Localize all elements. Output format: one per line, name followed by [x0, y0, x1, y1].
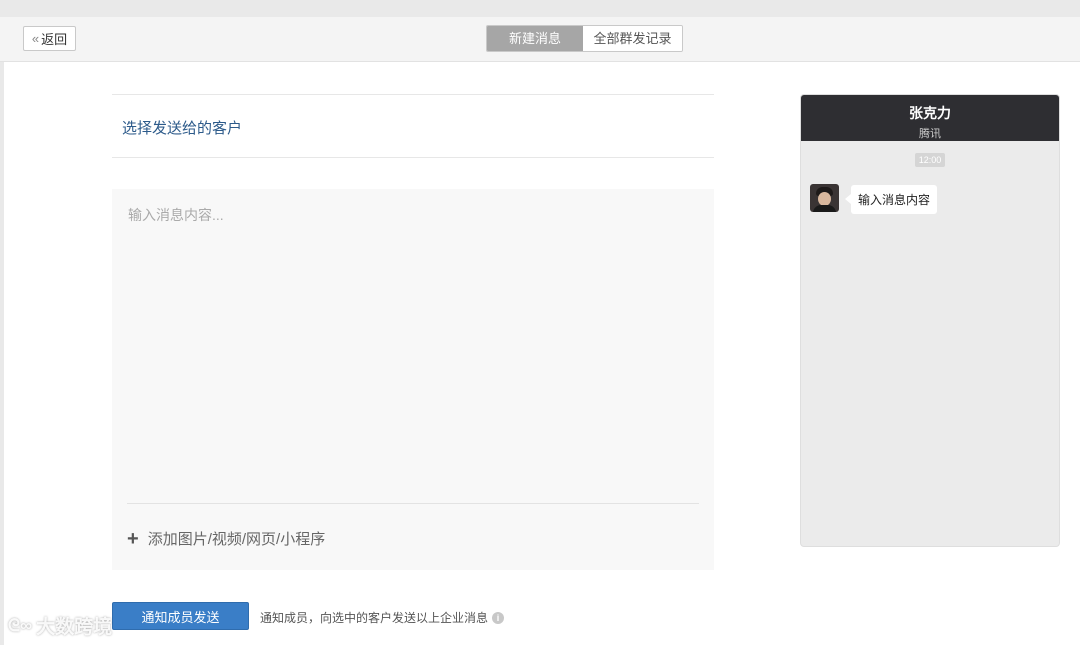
- watermark: ᘓ∞ 大数跨境: [8, 612, 112, 639]
- back-button-label: 返回: [41, 32, 68, 47]
- notify-member-send-button[interactable]: 通知成员发送: [112, 602, 249, 630]
- tab-all-broadcast-records[interactable]: 全部群发记录: [583, 26, 682, 51]
- main-content: 选择发送给的客户 输入消息内容... + 添加图片/视频/网页/小程序 通知成员…: [4, 62, 1080, 645]
- editor-divider: [127, 503, 699, 504]
- preview-message-row: 输入消息内容: [810, 184, 938, 214]
- select-customer-link[interactable]: 选择发送给的客户: [122, 117, 242, 138]
- top-toolbar: « 返回 新建消息 全部群发记录: [0, 17, 1080, 62]
- tab-group: 新建消息 全部群发记录: [486, 25, 683, 52]
- preview-contact-name: 张克力: [909, 105, 951, 121]
- add-attachment-button[interactable]: + 添加图片/视频/网页/小程序: [127, 528, 325, 549]
- customer-select-row: 选择发送给的客户: [112, 94, 714, 158]
- watermark-text: 大数跨境: [36, 617, 113, 638]
- watermark-logo-icon: ᘓ∞: [8, 615, 33, 635]
- back-button[interactable]: « 返回: [23, 26, 76, 51]
- preview-message-bubble: 输入消息内容: [844, 185, 938, 214]
- send-note-text: 通知成员，向选中的客户发送以上企业消息: [260, 611, 489, 625]
- add-attachment-label: 添加图片/视频/网页/小程序: [147, 531, 326, 548]
- double-chevron-left-icon: «: [31, 31, 40, 46]
- plus-icon: +: [127, 527, 139, 550]
- preview-header: 张克力 腾讯: [801, 95, 1059, 141]
- preview-time-badge: 12:00: [915, 153, 945, 167]
- message-input[interactable]: 输入消息内容...: [128, 205, 698, 495]
- phone-preview: 张克力 腾讯 12:00 输入消息内容: [800, 94, 1060, 547]
- send-note: 通知成员，向选中的客户发送以上企业消息 i: [260, 609, 505, 626]
- tab-new-message[interactable]: 新建消息: [487, 26, 583, 51]
- avatar: [810, 184, 839, 212]
- info-icon[interactable]: i: [492, 611, 505, 624]
- preview-contact-company: 腾讯: [919, 128, 941, 140]
- message-editor: 输入消息内容... + 添加图片/视频/网页/小程序: [112, 189, 714, 570]
